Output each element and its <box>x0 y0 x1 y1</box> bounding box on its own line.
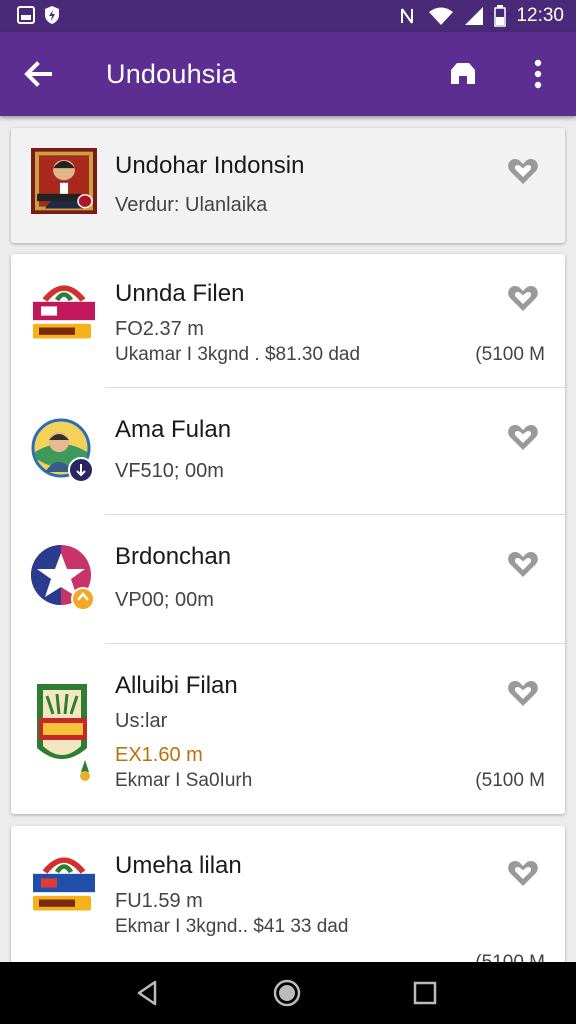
app-icon <box>33 857 95 911</box>
app-icon <box>33 285 95 339</box>
app-name: Umeha lilan <box>115 852 242 879</box>
app-meta: Ekmar I 3kgnd.. $41 33 dad <box>115 916 349 937</box>
app-icon <box>31 418 94 483</box>
featured-vendor: Verdur: Ulanlaika <box>115 194 268 216</box>
app-icon <box>37 684 90 781</box>
status-bar: 12:30 <box>0 0 576 32</box>
list-item[interactable]: Ama Fulan VF510; 00m <box>11 388 565 514</box>
app-price: FO2.37 m <box>115 318 204 340</box>
app-list-card: Unnda Filen FO2.37 m Ukamar I 3kgnd . $8… <box>11 254 565 814</box>
nav-home-icon[interactable] <box>272 978 302 1008</box>
favorite-icon[interactable] <box>507 422 539 452</box>
store-icon[interactable] <box>447 58 479 90</box>
favorite-icon[interactable] <box>507 858 539 888</box>
app-meta: Ukamar I 3kgnd . $81.30 dad <box>115 344 361 365</box>
app-name: Unnda Filen <box>115 280 245 307</box>
signal-icon <box>465 7 484 25</box>
app-meta: Ekmar I Sa0Iurh <box>115 770 253 791</box>
app-price: VF510; 00m <box>115 460 224 482</box>
nav-recents-icon[interactable] <box>410 978 440 1008</box>
page-title: Undouhsia <box>106 59 237 89</box>
favorite-icon[interactable] <box>507 156 539 186</box>
nfc-icon <box>401 8 414 24</box>
featured-name: Undohar Indonsin <box>115 152 305 179</box>
app-list-card-2: Umeha lilan FU1.59 m Ekmar I 3kgnd.. $41… <box>11 826 565 976</box>
app-name: Ama Fulan <box>115 416 232 443</box>
app-size: (5100 M <box>475 770 545 791</box>
app-icon <box>31 545 95 611</box>
favorite-icon[interactable] <box>507 283 539 313</box>
gallery-icon <box>17 6 35 24</box>
system-nav-bar <box>0 962 576 1024</box>
app-developer: Us:lar <box>115 710 168 732</box>
app-price: EX1.60 m <box>115 744 203 766</box>
more-options-icon[interactable] <box>526 56 550 92</box>
wifi-icon <box>429 7 454 25</box>
list-item[interactable]: Brdonchan VP00; 00m <box>11 515 565 643</box>
app-name: Brdonchan <box>115 543 232 570</box>
app-price: VP00; 00m <box>115 589 214 611</box>
app-size: (5100 M <box>475 344 545 365</box>
app-price: FU1.59 m <box>115 890 203 912</box>
shield-icon <box>45 6 59 24</box>
favorite-icon[interactable] <box>507 549 539 579</box>
list-item[interactable]: Unnda Filen FO2.37 m Ukamar I 3kgnd . $8… <box>11 254 565 387</box>
list-item[interactable]: Alluibi Filan Us:lar EX1.60 m Ekmar I Sa… <box>11 644 565 814</box>
status-time: 12:30 <box>516 5 564 26</box>
favorite-icon[interactable] <box>507 678 539 708</box>
app-name: Alluibi Filan <box>115 672 238 699</box>
back-arrow-icon[interactable] <box>20 56 56 92</box>
list-item[interactable]: Umeha lilan FU1.59 m Ekmar I 3kgnd.. $41… <box>11 826 565 976</box>
featured-thumbnail <box>31 148 97 214</box>
app-bar: Undouhsia <box>0 32 576 116</box>
battery-icon <box>494 5 507 27</box>
featured-card[interactable]: Undohar Indonsin Verdur: Ulanlaika <box>11 128 565 243</box>
nav-back-icon[interactable] <box>133 978 163 1008</box>
